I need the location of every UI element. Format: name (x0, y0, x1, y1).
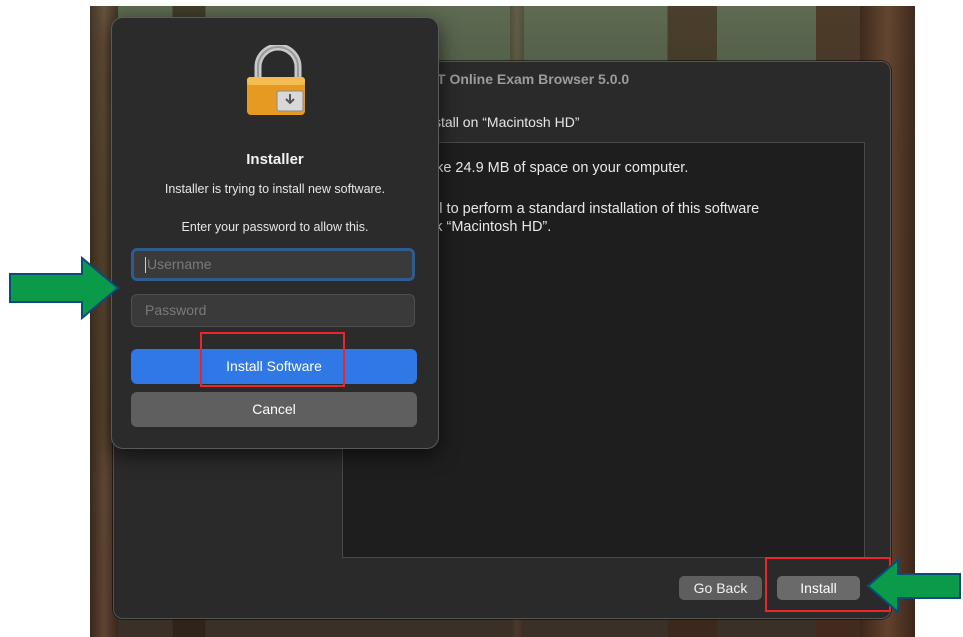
dialog-message: Installer is trying to install new softw… (164, 182, 386, 196)
content-line: all to perform a standard installation o… (428, 201, 760, 217)
cancel-button[interactable]: Cancel (131, 392, 417, 427)
password-placeholder: Password (145, 302, 207, 318)
dialog-prompt: Enter your password to allow this. (181, 220, 369, 234)
password-field[interactable]: Password (131, 294, 415, 327)
window-title: T Online Exam Browser 5.0.0 (437, 71, 630, 87)
username-placeholder: Username (147, 256, 212, 272)
content-line: sk “Macintosh HD”. (428, 219, 552, 235)
go-back-button[interactable]: Go Back (679, 576, 762, 600)
left-arrow-icon (866, 558, 961, 614)
lock-installer-icon (247, 45, 305, 115)
highlight-box-install-software (200, 332, 345, 387)
text-caret (145, 257, 146, 274)
username-field[interactable]: Username (131, 248, 415, 281)
content-line: ake 24.9 MB of space on your computer. (428, 160, 689, 176)
dialog-title: Installer (246, 151, 304, 168)
right-arrow-icon (9, 256, 120, 320)
install-destination-text: stall on “Macintosh HD” (434, 114, 580, 130)
